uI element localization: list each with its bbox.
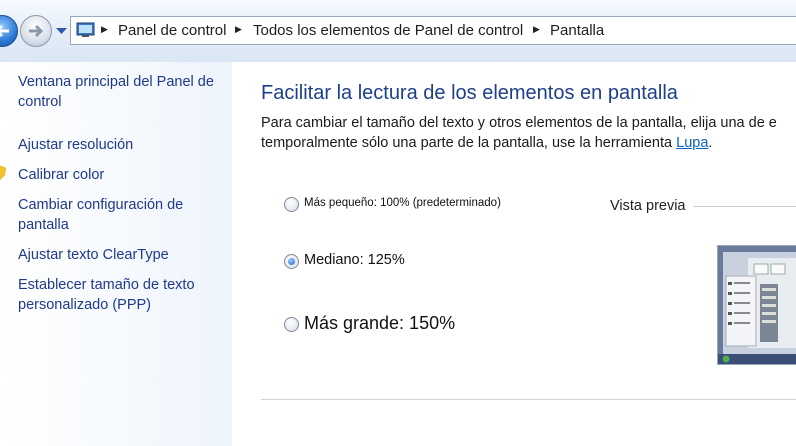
intro-line-1: Para cambiar el tamaño del texto y otros… bbox=[261, 115, 777, 131]
section-divider bbox=[261, 399, 796, 400]
radio-larger[interactable] bbox=[284, 317, 299, 332]
recent-pages-dropdown-icon[interactable] bbox=[56, 28, 67, 35]
intro-text: Para cambiar el tamaño del texto y otros… bbox=[261, 113, 777, 153]
back-button[interactable] bbox=[0, 15, 18, 47]
preview-label: Vista previa bbox=[610, 198, 686, 214]
control-panel-icon bbox=[76, 22, 95, 37]
intro-line-2-end: . bbox=[708, 135, 713, 151]
radio-medium[interactable] bbox=[284, 254, 299, 269]
preview-thumbnail bbox=[717, 245, 796, 365]
option-larger-label: Más grande: 150% bbox=[304, 313, 456, 333]
option-smaller[interactable]: Más pequeño: 100% (predeterminado) bbox=[284, 196, 524, 220]
option-medium-label: Mediano: 125% bbox=[304, 252, 405, 268]
radio-smaller[interactable] bbox=[284, 197, 299, 212]
option-smaller-label: Más pequeño: 100% (predeterminado) bbox=[304, 197, 501, 209]
task-pane: Ventana principal del Panel de control A… bbox=[0, 62, 232, 446]
preview-divider bbox=[694, 206, 796, 207]
breadcrumb-separator-icon[interactable]: ▶ bbox=[235, 25, 242, 35]
link-adjust-resolution[interactable]: Ajustar resolución bbox=[18, 135, 228, 155]
forward-button[interactable] bbox=[20, 15, 52, 47]
option-larger[interactable]: Más grande: 150% bbox=[284, 313, 484, 337]
uac-shield-icon bbox=[0, 165, 6, 180]
link-calibrate-color[interactable]: Calibrar color bbox=[18, 165, 228, 185]
breadcrumb-separator-icon[interactable]: ▶ bbox=[101, 25, 108, 35]
breadcrumb[interactable]: ▶ Panel de control ▶ Todos los elementos… bbox=[70, 16, 796, 45]
intro-line-2: temporalmente sólo una parte de la panta… bbox=[261, 135, 677, 151]
magnifier-link[interactable]: Lupa bbox=[676, 135, 708, 151]
forward-arrow-icon bbox=[29, 24, 44, 38]
address-bar: ▶ Panel de control ▶ Todos los elementos… bbox=[0, 0, 796, 62]
breadcrumb-item-display[interactable]: Pantalla bbox=[550, 22, 604, 39]
link-change-display-settings[interactable]: Cambiar configuración de pantalla bbox=[18, 195, 228, 235]
breadcrumb-separator-icon[interactable]: ▶ bbox=[533, 25, 540, 35]
link-control-panel-home[interactable]: Ventana principal del Panel de control bbox=[18, 72, 228, 112]
breadcrumb-item-all-items[interactable]: Todos los elementos de Panel de control bbox=[253, 22, 523, 39]
page-title: Facilitar la lectura de los elementos en… bbox=[261, 82, 678, 104]
desktop-preview-image bbox=[718, 246, 796, 364]
back-arrow-icon bbox=[0, 24, 9, 38]
link-custom-dpi[interactable]: Establecer tamaño de texto personalizado… bbox=[18, 275, 228, 315]
breadcrumb-item-control-panel[interactable]: Panel de control bbox=[118, 22, 226, 39]
option-medium[interactable]: Mediano: 125% bbox=[284, 252, 424, 276]
link-adjust-cleartype[interactable]: Ajustar texto ClearType bbox=[18, 245, 228, 265]
main-content: Facilitar la lectura de los elementos en… bbox=[232, 62, 796, 446]
